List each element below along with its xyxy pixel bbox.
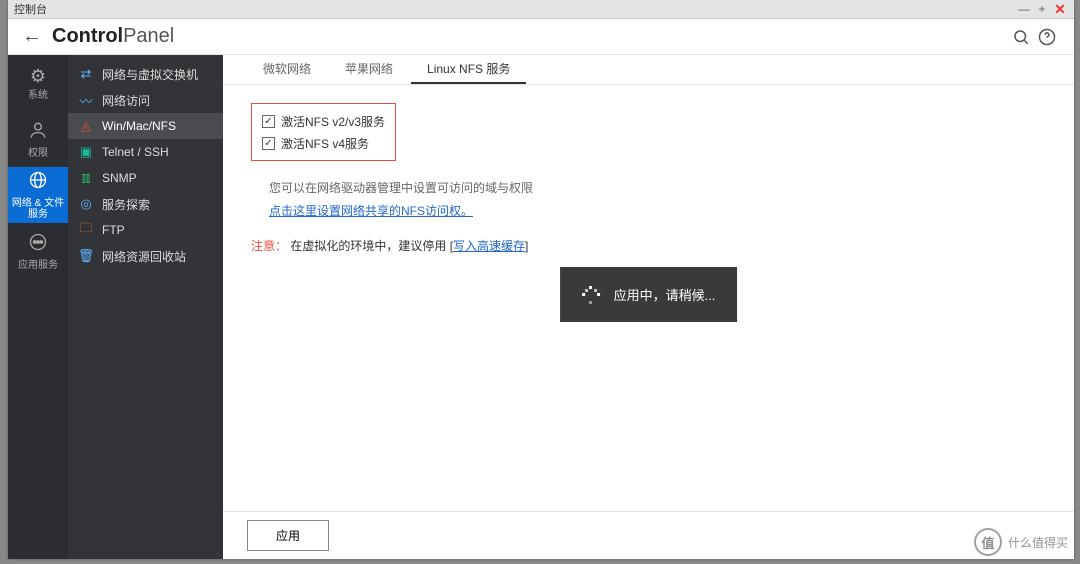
sidebar-item-recycle-bin[interactable]: 🗑 网络资源回收站 (68, 243, 223, 269)
tab-strip: 微软网络 苹果网络 Linux NFS 服务 (223, 55, 1074, 85)
rail-item-system[interactable]: ⚙ 系统 (8, 55, 68, 111)
tab-apple-networking[interactable]: 苹果网络 (329, 54, 409, 84)
window-title: 控制台 (14, 1, 47, 17)
sidebar: ⇄ 网络与虚拟交换机 〰 网络访问 ◬ Win/Mac/NFS ▣ Telnet… (68, 55, 223, 559)
sidebar-item-ftp[interactable]: 🗀 FTP (68, 217, 223, 243)
share-icon: ◬ (78, 118, 94, 134)
tab-linux-nfs[interactable]: Linux NFS 服务 (411, 54, 526, 84)
highlight-box: ✓ 激活NFS v2/v3服务 ✓ 激活NFS v4服务 (251, 103, 396, 161)
sidebar-item-snmp[interactable]: ⫾⫾ SNMP (68, 165, 223, 191)
checkbox-nfs-v2v3[interactable]: ✓ (262, 115, 275, 128)
minimize-button[interactable]: — (1016, 1, 1032, 17)
spinner-icon (582, 286, 600, 304)
trash-icon: 🗑 (78, 248, 94, 264)
sidebar-item-telnet-ssh[interactable]: ▣ Telnet / SSH (68, 139, 223, 165)
apply-button[interactable]: 应用 (247, 520, 329, 551)
sidebar-item-win-mac-nfs[interactable]: ◬ Win/Mac/NFS (68, 113, 223, 139)
tab-content: ✓ 激活NFS v2/v3服务 ✓ 激活NFS v4服务 您可以在网络驱动器管理… (223, 85, 1074, 511)
folder-icon: 🗀 (78, 222, 94, 238)
tab-microsoft-networking[interactable]: 微软网络 (247, 54, 327, 84)
checkbox-label-nfs-v2v3: 激活NFS v2/v3服务 (281, 113, 385, 130)
applying-modal: 应用中，请稍候... (560, 267, 738, 322)
chart-icon: ⫾⫾ (78, 170, 94, 186)
globe-icon (28, 170, 48, 195)
rail-item-app-services[interactable]: 应用服务 (8, 223, 68, 279)
back-button[interactable]: ← (22, 25, 46, 48)
checkbox-label-nfs-v4: 激活NFS v4服务 (281, 135, 369, 152)
watermark: 值 什么值得买 (974, 528, 1068, 556)
watermark-brand: 什么值得买 (1008, 534, 1068, 551)
sidebar-item-network-vswitch[interactable]: ⇄ 网络与虚拟交换机 (68, 61, 223, 87)
sidebar-item-service-discovery[interactable]: ◎ 服务探索 (68, 191, 223, 217)
warning-line: 注意： 在虚拟化的环境中，建议停用 [写入高速缓存] (251, 237, 1046, 254)
terminal-icon: ▣ (78, 144, 94, 160)
modal-text: 应用中，请稍候... (614, 285, 716, 304)
apps-icon (28, 232, 48, 257)
help-icon[interactable] (1034, 24, 1060, 50)
page-title: ControlPanel (52, 25, 174, 48)
maximize-button[interactable]: + (1034, 1, 1050, 17)
rail-item-network-file-services[interactable]: 网络 & 文件服务 (8, 167, 68, 223)
radar-icon: ◎ (78, 196, 94, 212)
info-text: 您可以在网络驱动器管理中设置可访问的域与权限 (251, 179, 1046, 196)
checkbox-nfs-v4[interactable]: ✓ (262, 137, 275, 150)
rail-item-permissions[interactable]: 权限 (8, 111, 68, 167)
nfs-access-link[interactable]: 点击这里设置网络共享的NFS访问权。 (251, 202, 473, 219)
search-icon[interactable] (1008, 24, 1034, 50)
window-titlebar: 控制台 — + ✕ (8, 0, 1074, 19)
user-icon (28, 120, 48, 145)
write-cache-link[interactable]: 写入高速缓存 (453, 239, 525, 253)
footer-bar: 应用 (223, 511, 1074, 559)
nav-rail: ⚙ 系统 权限 网络 & 文件服务 应用服务 (8, 55, 68, 559)
gear-icon: ⚙ (30, 66, 46, 87)
sidebar-item-network-access[interactable]: 〰 网络访问 (68, 87, 223, 113)
warning-label: 注意： (251, 239, 287, 253)
switch-icon: ⇄ (78, 66, 94, 82)
activity-icon: 〰 (78, 92, 94, 108)
page-header: ← ControlPanel (8, 19, 1074, 55)
close-button[interactable]: ✕ (1052, 1, 1068, 17)
watermark-mark: 值 (974, 528, 1002, 556)
